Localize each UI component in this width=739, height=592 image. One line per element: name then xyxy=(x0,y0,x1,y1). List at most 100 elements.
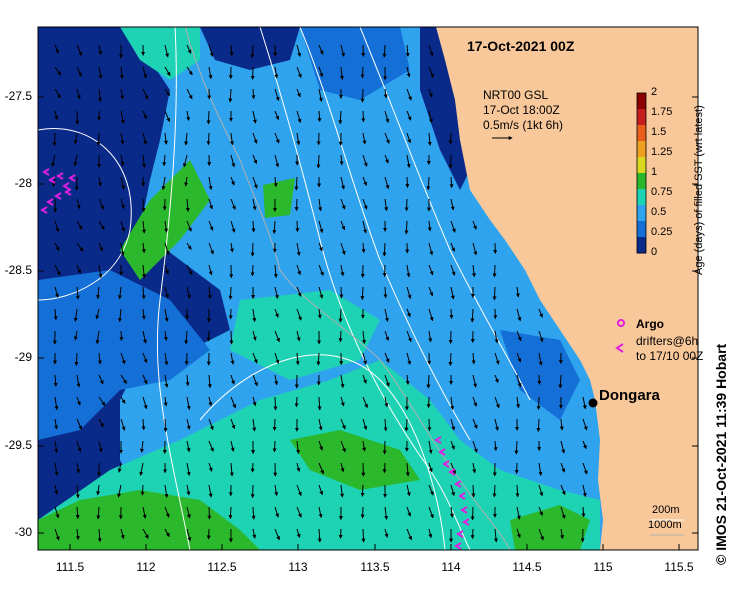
x-tick-label: 113 xyxy=(288,560,308,574)
current-arrow xyxy=(251,220,256,233)
current-arrow xyxy=(449,308,454,320)
date-title: 17-Oct-2021 00Z xyxy=(467,38,575,54)
current-arrow xyxy=(471,484,476,498)
legend-argo-label: Argo xyxy=(636,317,664,331)
current-arrow xyxy=(339,286,344,299)
current-arrow xyxy=(338,528,343,539)
current-arrow xyxy=(382,462,387,474)
contour-legend-label-1000m: 1000m xyxy=(648,519,682,531)
current-arrow xyxy=(295,220,300,233)
current-arrow xyxy=(360,286,365,301)
colorbar-tick-label: 0.5 xyxy=(651,206,667,218)
current-arrow xyxy=(404,198,409,212)
colorbar-segment xyxy=(637,157,646,174)
current-arrow xyxy=(250,462,255,473)
current-arrow xyxy=(405,176,410,189)
colorbar-tick-label: 1 xyxy=(651,166,658,178)
current-arrow xyxy=(404,418,409,432)
current-arrow xyxy=(427,418,432,432)
colorbar-tick-label: 1.25 xyxy=(651,146,673,158)
current-arrow xyxy=(206,330,211,342)
current-arrow xyxy=(581,506,586,518)
x-tick-label: 112 xyxy=(136,560,156,574)
current-arrow xyxy=(360,506,365,519)
colorbar-segment xyxy=(637,237,646,254)
colorbar-title: Age (days) of filled SST (wrt latest) xyxy=(693,105,705,275)
current-arrow xyxy=(207,506,212,520)
current-arrow xyxy=(470,506,475,521)
current-arrow xyxy=(273,396,278,411)
current-arrow xyxy=(470,528,475,540)
current-arrow xyxy=(514,440,519,455)
current-arrow xyxy=(448,352,453,367)
current-arrow xyxy=(361,110,366,123)
current-arrow xyxy=(316,154,321,169)
current-arrow xyxy=(360,484,365,497)
current-arrow xyxy=(338,308,343,323)
current-arrow xyxy=(536,396,541,411)
dongara-marker xyxy=(588,398,598,408)
current-arrow xyxy=(404,220,409,235)
current-arrow xyxy=(317,110,322,123)
colorbar-segment xyxy=(637,109,646,126)
current-arrow xyxy=(492,264,497,278)
current-label-line1: NRT00 GSL xyxy=(483,88,549,102)
current-arrow xyxy=(361,528,366,543)
contour-legend-label-200m: 200m xyxy=(652,504,680,516)
current-arrow xyxy=(96,132,101,147)
colorbar-segment xyxy=(637,221,646,238)
current-arrow xyxy=(52,132,57,147)
y-tick-label: -28.5 xyxy=(4,263,32,277)
current-arrow xyxy=(338,330,343,343)
current-arrow xyxy=(272,418,277,432)
current-arrow xyxy=(119,330,124,342)
current-arrow xyxy=(206,132,211,146)
current-arrow xyxy=(250,242,255,257)
current-arrow xyxy=(229,330,234,345)
current-arrow xyxy=(163,418,168,433)
colorbar-segment xyxy=(637,189,646,206)
current-arrow xyxy=(382,242,387,257)
x-tick-label: 114 xyxy=(441,560,461,574)
current-label-line3: 0.5m/s (1kt 6h) xyxy=(483,118,564,132)
colorbar-segment xyxy=(637,93,646,110)
current-arrow xyxy=(228,506,233,520)
x-tick-label: 112.5 xyxy=(207,560,237,574)
current-arrow xyxy=(360,66,365,79)
current-arrow xyxy=(383,286,388,299)
current-arrow xyxy=(251,88,256,100)
y-tick-label: -29 xyxy=(14,350,32,364)
current-arrow xyxy=(448,132,453,145)
green-small xyxy=(263,178,295,218)
current-arrow xyxy=(536,418,541,432)
current-arrow xyxy=(272,440,277,453)
y-tick-label: -30 xyxy=(14,525,32,539)
sst-age-map xyxy=(37,26,699,551)
legend-drifters-line1: drifters@6h xyxy=(636,334,699,348)
current-arrow xyxy=(228,286,233,300)
colorbar-tick-label: 2 xyxy=(651,86,658,98)
current-label-line2: 17-Oct 18:00Z xyxy=(483,103,560,117)
x-tick-label: 115 xyxy=(593,560,613,574)
current-arrow xyxy=(184,352,189,366)
current-arrow xyxy=(426,374,431,389)
current-arrow xyxy=(360,88,365,103)
current-arrow xyxy=(492,286,497,301)
current-arrow xyxy=(382,44,387,58)
colorbar-segment xyxy=(637,125,646,142)
colorbar-tick-label: 1.5 xyxy=(651,126,667,138)
current-arrow xyxy=(537,374,542,385)
map-plot-area xyxy=(38,27,698,550)
current-arrow xyxy=(492,484,497,498)
current-arrow xyxy=(515,484,520,498)
imos-credit: © IMOS 21-Oct-2021 11:39 Hobart xyxy=(713,343,729,565)
y-tick-label: -27.5 xyxy=(4,89,32,103)
current-arrow xyxy=(316,352,321,366)
y-tick-label: -28 xyxy=(14,176,32,190)
colorbar-tick-label: 0.25 xyxy=(651,226,673,238)
colorbar-segment xyxy=(637,173,646,190)
current-arrow xyxy=(294,396,299,408)
legend-drifters-line2: to 17/10 00Z xyxy=(636,349,704,363)
y-tick-label: -29.5 xyxy=(4,438,32,452)
current-arrow xyxy=(206,110,211,125)
